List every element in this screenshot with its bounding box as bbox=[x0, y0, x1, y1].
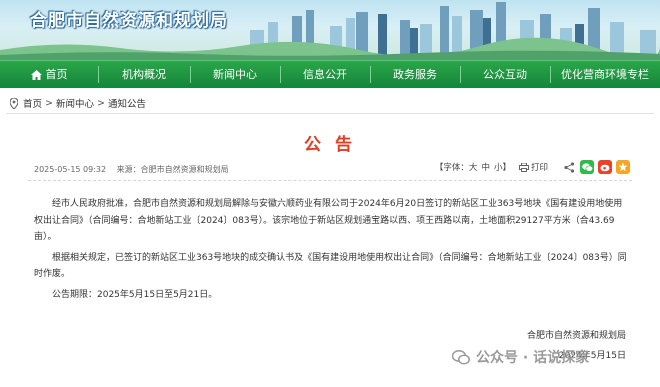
printer-icon bbox=[519, 162, 529, 172]
nav-item-services[interactable]: 政务服务 bbox=[370, 61, 460, 88]
share-weibo-button[interactable] bbox=[598, 160, 612, 174]
star-icon bbox=[618, 162, 628, 172]
article-title: 公 告 bbox=[304, 135, 356, 155]
watermark: 公众号 · 话说探家 bbox=[452, 347, 589, 367]
publish-date: 2025-05-15 09:32 bbox=[34, 165, 107, 174]
breadcrumb-separator: > bbox=[45, 97, 53, 109]
breadcrumb-news[interactable]: 新闻中心 bbox=[56, 96, 94, 110]
share-button[interactable] bbox=[562, 160, 576, 174]
nav-item-disclosure[interactable]: 信息公开 bbox=[280, 61, 370, 88]
site-banner: 合肥市自然资源和规划局 bbox=[0, 0, 660, 60]
location-pin-icon bbox=[10, 97, 18, 109]
breadcrumb-home[interactable]: 首页 bbox=[23, 96, 42, 110]
font-size-small[interactable]: 小 bbox=[494, 161, 503, 173]
signature-org: 合肥市自然资源和规划局 bbox=[526, 331, 626, 341]
watermark-text: 公众号 · 话说探家 bbox=[476, 350, 590, 366]
share-qzone-button[interactable] bbox=[616, 160, 630, 174]
font-size-label: 【字体： bbox=[434, 163, 469, 173]
font-size-medium[interactable]: 中 bbox=[481, 161, 490, 173]
main-nav: 首页 机构概况 新闻中心 信息公开 政务服务 公众互动 优化营商环境专栏 bbox=[0, 60, 660, 88]
nav-item-interaction[interactable]: 公众互动 bbox=[460, 61, 550, 88]
wechat-icon bbox=[581, 162, 593, 172]
nav-item-news[interactable]: 新闻中心 bbox=[190, 61, 280, 88]
site-title[interactable]: 合肥市自然资源和规划局 bbox=[30, 6, 228, 31]
article-paragraph: 经市人民政府批准，合肥市自然资源和规划局解除与安徽六顺药业有限公司于2024年6… bbox=[34, 199, 623, 242]
nav-item-label: 首页 bbox=[45, 68, 68, 81]
breadcrumb-notices[interactable]: 通知公告 bbox=[108, 96, 146, 110]
article-source: 来源：合肥市自然资源和规划局 bbox=[116, 165, 229, 174]
meta-divider bbox=[28, 180, 632, 181]
breadcrumb: 首页 > 新闻中心 > 通知公告 bbox=[10, 96, 146, 110]
font-size-large[interactable]: 大 bbox=[469, 161, 478, 173]
nav-item-home[interactable]: 首页 bbox=[0, 61, 98, 88]
article-paragraph: 公告期限：2025年5月15日至5月21日。 bbox=[52, 289, 218, 300]
weibo-icon bbox=[600, 164, 609, 172]
breadcrumb-separator: > bbox=[97, 97, 105, 109]
breadcrumb-divider bbox=[6, 113, 654, 114]
article-paragraph: 根据相关规定，已签订的新站区工业363号地块的成交确认书及《国有建设用地使用权出… bbox=[34, 252, 627, 280]
share-wechat-button[interactable] bbox=[580, 160, 594, 174]
home-icon bbox=[30, 70, 42, 80]
nav-item-about[interactable]: 机构概况 bbox=[98, 61, 190, 88]
font-size-close: 】 bbox=[502, 163, 511, 173]
print-button[interactable]: 打印 bbox=[519, 161, 548, 173]
print-label: 打印 bbox=[530, 163, 548, 173]
article-meta: 2025-05-15 09:32 来源：合肥市自然资源和规划局 bbox=[34, 164, 229, 175]
nav-item-business-env[interactable]: 优化营商环境专栏 bbox=[550, 61, 660, 88]
article-body: 经市人民政府批准，合肥市自然资源和规划局解除与安徽六顺药业有限公司于2024年6… bbox=[34, 196, 628, 303]
share-icon bbox=[563, 161, 574, 173]
article-tools: 【字体： 大 中 小 】 打印 bbox=[435, 160, 630, 174]
wechat-watermark-icon bbox=[452, 349, 470, 365]
